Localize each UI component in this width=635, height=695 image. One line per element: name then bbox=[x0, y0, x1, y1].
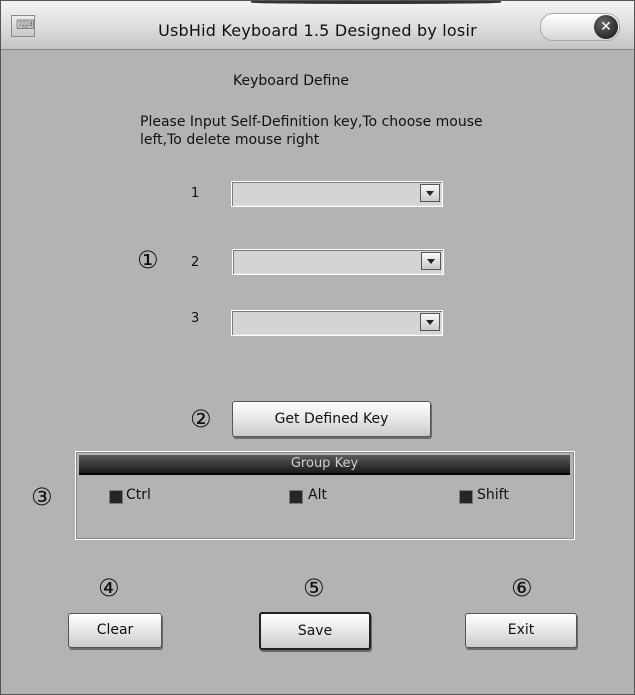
ctrl-label[interactable]: Ctrl bbox=[126, 487, 151, 503]
chevron-down-icon[interactable] bbox=[420, 313, 440, 331]
marker-5: ⑤ bbox=[303, 574, 325, 602]
close-icon: ✕ bbox=[600, 19, 612, 35]
shift-label[interactable]: Shift bbox=[477, 487, 509, 503]
chevron-down-icon[interactable] bbox=[421, 252, 441, 270]
window-title: UsbHid Keyboard 1.5 Designed by losir bbox=[158, 21, 477, 40]
key-1-combo[interactable] bbox=[231, 181, 443, 207]
title-bar[interactable]: ⌨ UsbHid Keyboard 1.5 Designed by losir … bbox=[1, 1, 634, 50]
marker-3: ③ bbox=[31, 483, 53, 511]
instruction-text: Please Input Self-Definition key,To choo… bbox=[140, 114, 483, 148]
group-key-header: Group Key bbox=[79, 455, 570, 475]
marker-6: ⑥ bbox=[511, 574, 533, 602]
shift-checkbox[interactable] bbox=[459, 490, 473, 504]
key-3-combo[interactable] bbox=[231, 310, 443, 336]
save-button[interactable]: Save bbox=[259, 612, 371, 650]
page-title: Keyboard Define bbox=[233, 73, 349, 89]
app-window: ⌨ UsbHid Keyboard 1.5 Designed by losir … bbox=[0, 0, 635, 695]
client-area: Keyboard Define Please Input Self-Defini… bbox=[1, 50, 634, 694]
close-button[interactable]: ✕ bbox=[594, 15, 618, 39]
key-2-combo[interactable] bbox=[232, 249, 444, 275]
alt-label[interactable]: Alt bbox=[308, 487, 327, 503]
alt-checkbox[interactable] bbox=[289, 490, 303, 504]
marker-1: ① bbox=[137, 246, 159, 274]
key-row-2-label: 2 bbox=[191, 255, 200, 270]
exit-button[interactable]: Exit bbox=[465, 613, 577, 648]
clear-button[interactable]: Clear bbox=[68, 613, 162, 648]
key-row-3-label: 3 bbox=[191, 311, 200, 326]
marker-2: ② bbox=[190, 405, 212, 433]
chevron-down-icon[interactable] bbox=[420, 184, 440, 202]
key-row-1-label: 1 bbox=[191, 186, 200, 201]
ctrl-checkbox[interactable] bbox=[109, 490, 123, 504]
group-key-title: Group Key bbox=[290, 456, 359, 471]
marker-4: ④ bbox=[98, 574, 120, 602]
get-defined-key-button[interactable]: Get Defined Key bbox=[232, 401, 431, 437]
title-bar-accent bbox=[251, 1, 501, 4]
group-key-box: Group Key Ctrl Alt Shift bbox=[75, 451, 575, 540]
